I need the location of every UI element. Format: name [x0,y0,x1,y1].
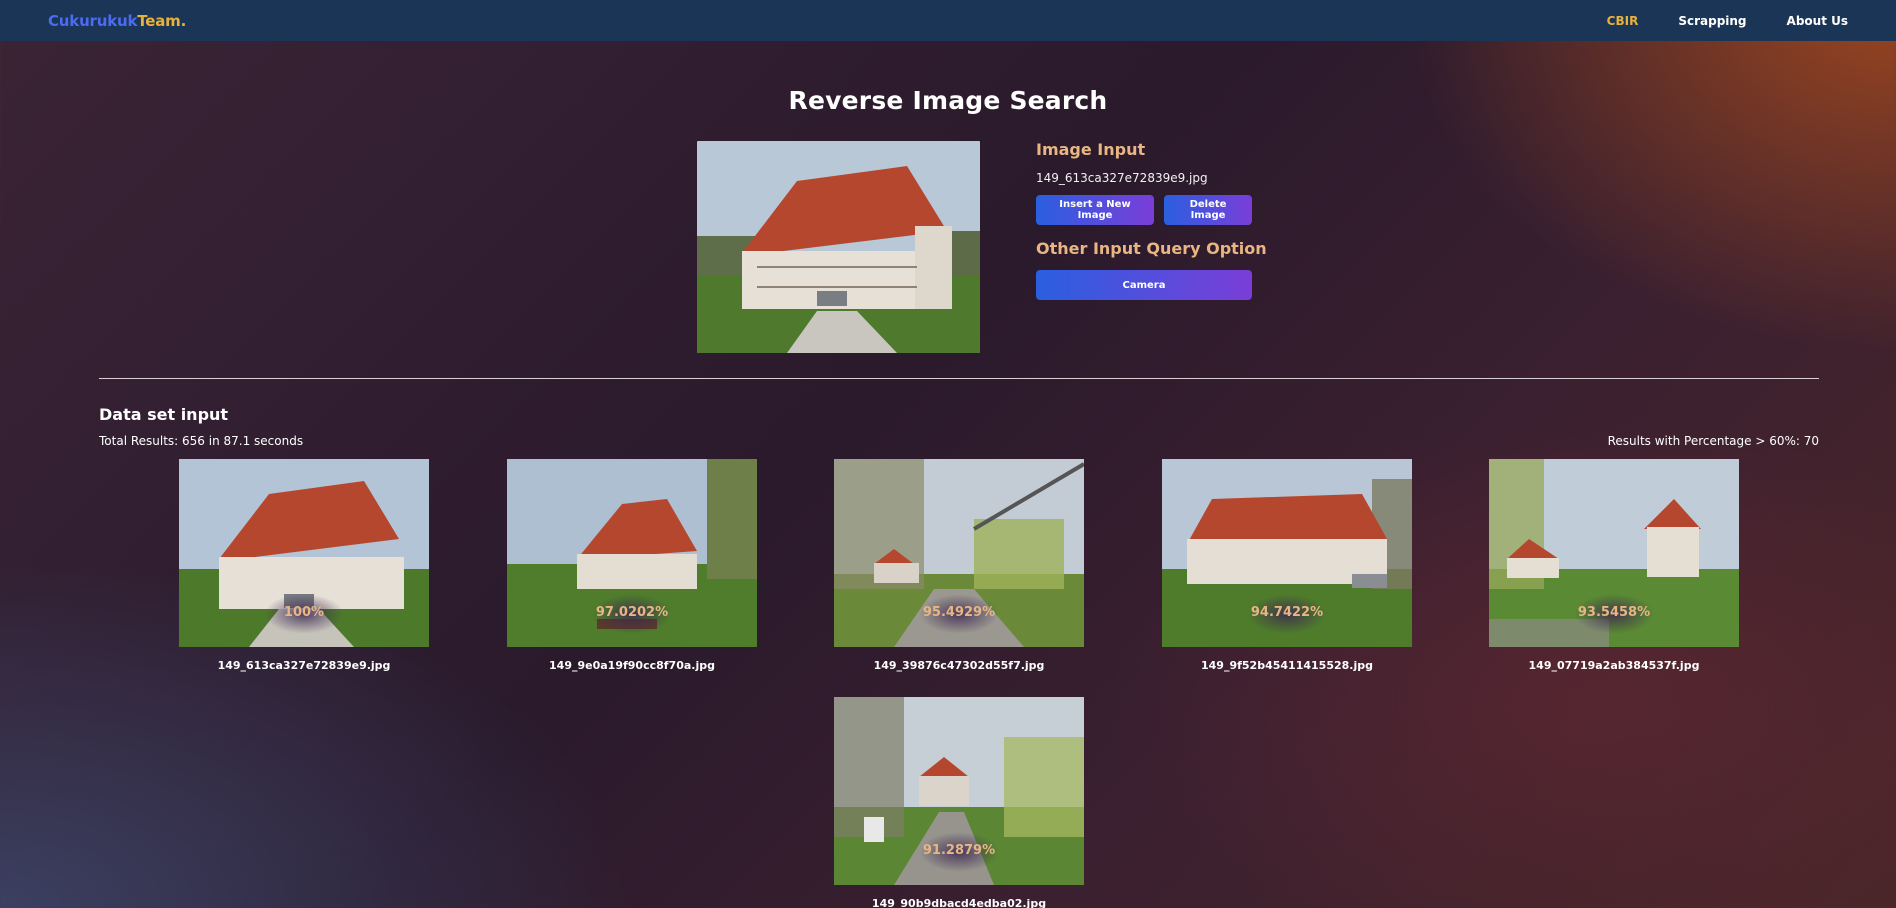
similarity-score: 94.7422% [1250,605,1324,620]
result-filename: 149_613ca327e72839e9.jpg [217,659,391,672]
result-card[interactable]: 97.0202% 149_9e0a19f90cc8f70a.jpg [507,459,757,672]
delete-image-button[interactable]: Delete Image [1164,195,1252,225]
brand-name-part1: Cukurukuk [48,11,138,30]
result-filename: 149_90b9dbacd4edba02.jpg [871,897,1047,908]
image-input-label: Image Input [1036,140,1146,159]
nav-link-cbir[interactable]: CBIR [1607,14,1639,28]
result-image[interactable]: 100% [179,459,429,647]
page-title: Reverse Image Search [788,86,1108,115]
similarity-score: 91.2879% [922,843,996,858]
result-image[interactable]: 94.7422% [1162,459,1412,647]
result-image[interactable]: 97.0202% [507,459,757,647]
result-image[interactable]: 93.5458% [1489,459,1739,647]
nav-links: CBIR Scrapping About Us [1607,14,1848,28]
percentage-results: Results with Percentage > 60%: 70 [1607,434,1819,448]
brand-logo[interactable]: CukurukukTeam. [48,12,186,30]
query-image [697,141,980,353]
similarity-score: 93.5458% [1577,605,1651,620]
nav-link-scrapping[interactable]: Scrapping [1678,14,1746,28]
brand-name-part2: Team. [137,11,187,30]
image-actions: Insert a New Image Delete Image [1036,195,1296,225]
result-filename: 149_9f52b45411415528.jpg [1201,659,1373,672]
result-filename: 149_07719a2ab384537f.jpg [1528,659,1700,672]
result-card[interactable]: 94.7422% 149_9f52b45411415528.jpg [1162,459,1412,672]
similarity-score: 95.4929% [922,605,996,620]
result-card[interactable]: 91.2879% 149_90b9dbacd4edba02.jpg [834,697,1084,908]
section-divider [99,378,1819,379]
dataset-title: Data set input [99,405,229,424]
image-input-panel: Image Input 149_613ca327e72839e9.jpg Ins… [1036,140,1296,300]
navbar: CukurukukTeam. CBIR Scrapping About Us [0,0,1896,41]
result-image[interactable]: 91.2879% [834,697,1084,885]
result-card[interactable]: 100% 149_613ca327e72839e9.jpg [179,459,429,672]
result-card[interactable]: 93.5458% 149_07719a2ab384537f.jpg [1489,459,1739,672]
result-card[interactable]: 95.4929% 149_39876c47302d55f7.jpg [834,459,1084,672]
other-input-label: Other Input Query Option [1036,239,1267,258]
total-results: Total Results: 656 in 87.1 seconds [99,434,304,448]
result-image[interactable]: 95.4929% [834,459,1084,647]
result-filename: 149_39876c47302d55f7.jpg [873,659,1045,672]
nav-link-about-us[interactable]: About Us [1787,14,1848,28]
query-filename: 149_613ca327e72839e9.jpg [1036,171,1208,185]
similarity-score: 100% [283,605,325,620]
insert-image-button[interactable]: Insert a New Image [1036,195,1154,225]
similarity-score: 97.0202% [595,605,669,620]
result-filename: 149_9e0a19f90cc8f70a.jpg [549,659,715,672]
camera-button[interactable]: Camera [1036,270,1252,300]
